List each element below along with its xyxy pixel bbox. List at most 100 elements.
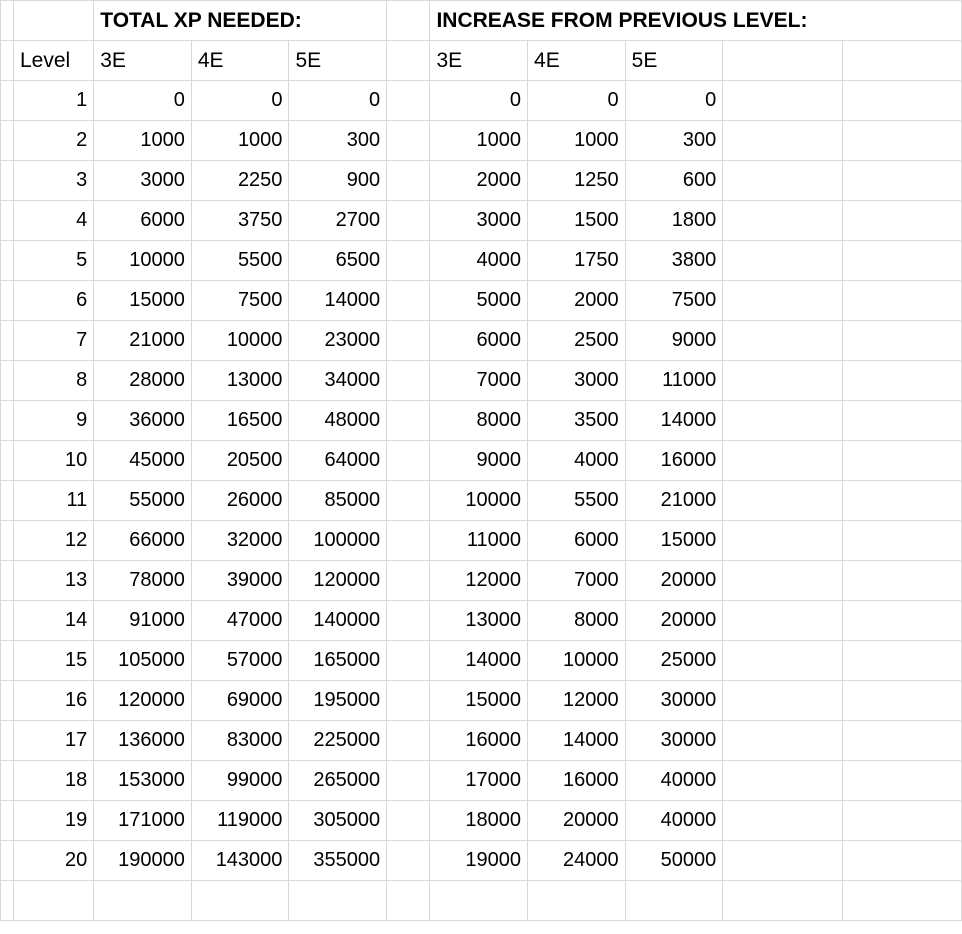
cell-inc-4e[interactable]: 14000: [528, 721, 626, 761]
cell-total-5e[interactable]: 2700: [289, 201, 387, 241]
cell-total-4e[interactable]: 3750: [191, 201, 289, 241]
cell-inc-4e[interactable]: 3000: [528, 361, 626, 401]
gap-cell[interactable]: [387, 201, 430, 241]
blank-cell[interactable]: [387, 881, 430, 921]
gap-cell[interactable]: [387, 801, 430, 841]
cell-level[interactable]: 20: [14, 841, 94, 881]
blank-cell[interactable]: [842, 681, 961, 721]
cell-total-5e[interactable]: 140000: [289, 601, 387, 641]
cell-total-4e[interactable]: 20500: [191, 441, 289, 481]
cell-total-3e[interactable]: 171000: [94, 801, 192, 841]
blank-cell[interactable]: [723, 41, 842, 81]
gap-cell[interactable]: [387, 441, 430, 481]
cell-total-3e[interactable]: 3000: [94, 161, 192, 201]
cell-inc-3e[interactable]: 4000: [430, 241, 528, 281]
blank-cell[interactable]: [625, 881, 723, 921]
cell-total-5e[interactable]: 23000: [289, 321, 387, 361]
blank-cell[interactable]: [723, 81, 842, 121]
cell-inc-5e[interactable]: 40000: [625, 761, 723, 801]
cell-inc-4e[interactable]: 1750: [528, 241, 626, 281]
cell-total-5e[interactable]: 6500: [289, 241, 387, 281]
cell-inc-4e[interactable]: 1000: [528, 121, 626, 161]
gap-cell[interactable]: [387, 841, 430, 881]
cell-inc-5e[interactable]: 600: [625, 161, 723, 201]
gap-cell[interactable]: [387, 641, 430, 681]
cell-inc-3e[interactable]: 13000: [430, 601, 528, 641]
cell-inc-3e[interactable]: 18000: [430, 801, 528, 841]
cell-level[interactable]: 5: [14, 241, 94, 281]
cell-total-4e[interactable]: 26000: [191, 481, 289, 521]
blank-cell[interactable]: [723, 801, 842, 841]
cell-total-3e[interactable]: 21000: [94, 321, 192, 361]
col-inc-4e[interactable]: 4E: [528, 41, 626, 81]
cell-total-4e[interactable]: 39000: [191, 561, 289, 601]
cell-inc-5e[interactable]: 3800: [625, 241, 723, 281]
blank-cell[interactable]: [842, 281, 961, 321]
cell-total-4e[interactable]: 13000: [191, 361, 289, 401]
cell-total-3e[interactable]: 190000: [94, 841, 192, 881]
cell-total-5e[interactable]: 900: [289, 161, 387, 201]
blank-cell[interactable]: [723, 201, 842, 241]
cell-total-3e[interactable]: 15000: [94, 281, 192, 321]
cell-inc-5e[interactable]: 30000: [625, 681, 723, 721]
cell-inc-3e[interactable]: 7000: [430, 361, 528, 401]
cell-inc-3e[interactable]: 14000: [430, 641, 528, 681]
cell-inc-4e[interactable]: 2000: [528, 281, 626, 321]
cell-inc-5e[interactable]: 9000: [625, 321, 723, 361]
cell-inc-5e[interactable]: 0: [625, 81, 723, 121]
gap-cell[interactable]: [387, 361, 430, 401]
cell-level[interactable]: 2: [14, 121, 94, 161]
blank-cell[interactable]: [842, 761, 961, 801]
cell-inc-5e[interactable]: 25000: [625, 641, 723, 681]
cell-total-4e[interactable]: 2250: [191, 161, 289, 201]
blank-cell[interactable]: [723, 601, 842, 641]
blank-cell[interactable]: [430, 881, 528, 921]
cell-total-4e[interactable]: 10000: [191, 321, 289, 361]
cell-total-4e[interactable]: 119000: [191, 801, 289, 841]
cell-inc-5e[interactable]: 300: [625, 121, 723, 161]
cell-total-4e[interactable]: 47000: [191, 601, 289, 641]
cell-total-4e[interactable]: 32000: [191, 521, 289, 561]
blank-cell[interactable]: [723, 721, 842, 761]
cell-inc-3e[interactable]: 2000: [430, 161, 528, 201]
cell-inc-4e[interactable]: 4000: [528, 441, 626, 481]
cell-total-5e[interactable]: 64000: [289, 441, 387, 481]
blank-cell[interactable]: [842, 441, 961, 481]
cell-total-4e[interactable]: 99000: [191, 761, 289, 801]
cell-inc-4e[interactable]: 1500: [528, 201, 626, 241]
cell-total-4e[interactable]: 83000: [191, 721, 289, 761]
blank-cell[interactable]: [842, 201, 961, 241]
cell-level[interactable]: 8: [14, 361, 94, 401]
cell-level[interactable]: 18: [14, 761, 94, 801]
blank-cell[interactable]: [842, 361, 961, 401]
gap-cell[interactable]: [387, 281, 430, 321]
blank-cell[interactable]: [191, 881, 289, 921]
blank-cell[interactable]: [723, 321, 842, 361]
cell-inc-3e[interactable]: 10000: [430, 481, 528, 521]
blank-cell[interactable]: [842, 161, 961, 201]
cell-inc-5e[interactable]: 50000: [625, 841, 723, 881]
blank-cell[interactable]: [723, 441, 842, 481]
cell-total-3e[interactable]: 91000: [94, 601, 192, 641]
cell-level[interactable]: 17: [14, 721, 94, 761]
cell-inc-3e[interactable]: 1000: [430, 121, 528, 161]
section-increase-header[interactable]: INCREASE FROM PREVIOUS LEVEL:: [430, 1, 962, 41]
gap-cell[interactable]: [387, 601, 430, 641]
cell-total-4e[interactable]: 16500: [191, 401, 289, 441]
cell-inc-4e[interactable]: 2500: [528, 321, 626, 361]
gap-cell[interactable]: [387, 401, 430, 441]
cell-total-3e[interactable]: 10000: [94, 241, 192, 281]
blank-cell[interactable]: [723, 841, 842, 881]
cell-inc-4e[interactable]: 24000: [528, 841, 626, 881]
blank-cell[interactable]: [723, 361, 842, 401]
cell-total-3e[interactable]: 0: [94, 81, 192, 121]
cell-level[interactable]: 19: [14, 801, 94, 841]
gap-cell[interactable]: [387, 41, 430, 81]
cell-inc-3e[interactable]: 12000: [430, 561, 528, 601]
blank-cell[interactable]: [723, 481, 842, 521]
cell-total-4e[interactable]: 0: [191, 81, 289, 121]
blank-cell[interactable]: [842, 561, 961, 601]
gap-cell[interactable]: [387, 81, 430, 121]
cell-inc-4e[interactable]: 16000: [528, 761, 626, 801]
col-total-4e[interactable]: 4E: [191, 41, 289, 81]
